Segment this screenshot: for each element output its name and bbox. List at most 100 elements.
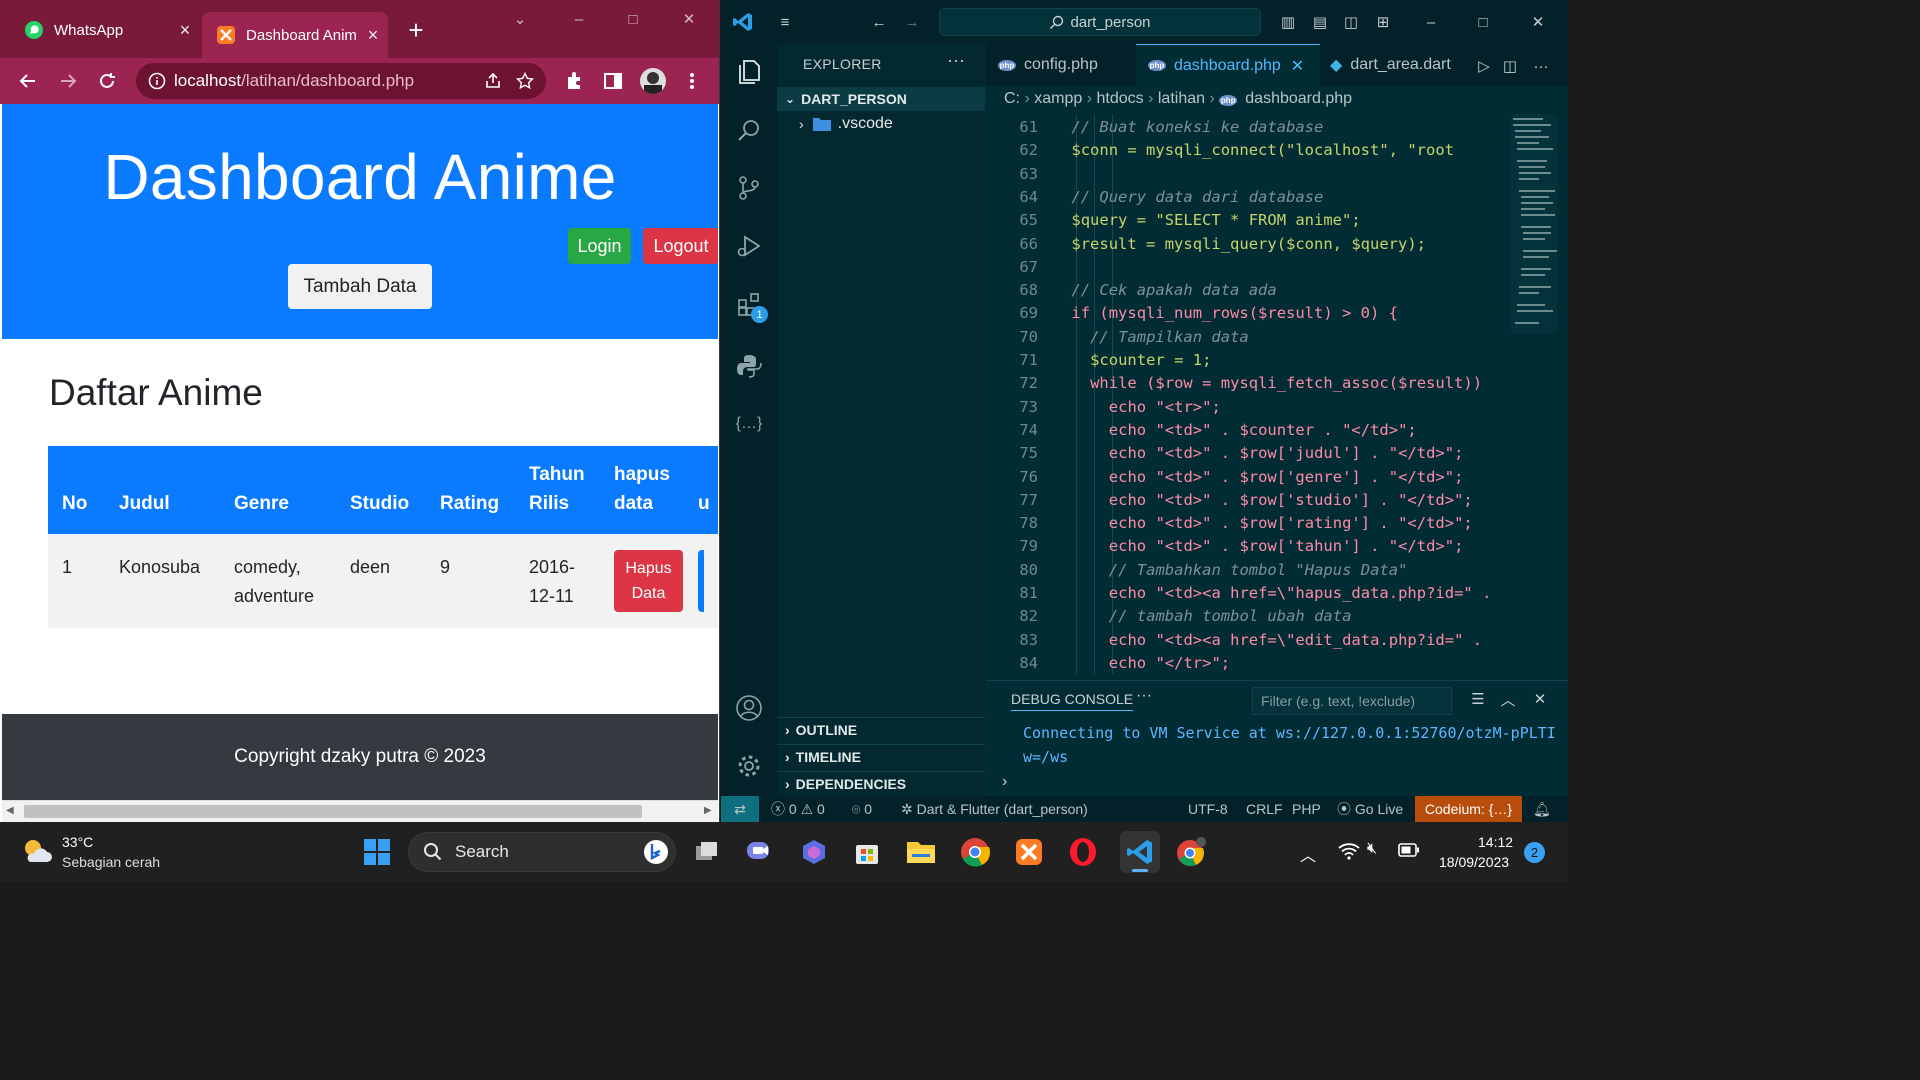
editor-tab-dart-area[interactable]: ◆ dart_area.dart: [1330, 44, 1470, 86]
more-actions-icon[interactable]: ···: [947, 50, 965, 71]
clear-console-icon[interactable]: ☰: [1468, 689, 1488, 709]
eol-indicator[interactable]: CRLF: [1246, 796, 1283, 822]
accounts-icon[interactable]: [733, 692, 765, 724]
notification-badge[interactable]: 2: [1524, 842, 1545, 863]
search-icon[interactable]: [733, 114, 765, 146]
close-window-icon[interactable]: ✕: [679, 10, 699, 30]
code-line[interactable]: 81 echo "<td><a href=\"hapus_data.php?id=…: [986, 582, 1568, 605]
close-tab-icon[interactable]: ×: [176, 20, 194, 40]
code-line[interactable]: 67: [986, 256, 1568, 279]
python-icon[interactable]: [733, 350, 765, 382]
code-line[interactable]: 82 // tambah tombol ubah data: [986, 605, 1568, 628]
minimize-icon[interactable]: –: [1421, 12, 1441, 32]
remote-indicator-icon[interactable]: ⇄: [721, 796, 759, 822]
clock-date[interactable]: 18/09/2023: [1439, 854, 1509, 870]
code-line[interactable]: 83 echo "<td><a href=\"edit_data.php?id="…: [986, 629, 1568, 652]
ports-indicator[interactable]: ⌾ 0: [852, 796, 872, 822]
nav-back-icon[interactable]: ←: [869, 12, 889, 32]
opera-icon[interactable]: [1066, 835, 1100, 869]
code-line[interactable]: 75 echo "<td>" . $row['judul'] . "</td>";: [986, 442, 1568, 465]
code-line[interactable]: 62 $conn = mysqli_connect("localhost", "r…: [986, 139, 1568, 162]
debug-target[interactable]: ✲ Dart & Flutter (dart_person): [901, 796, 1088, 822]
close-panel-icon[interactable]: ✕: [1530, 689, 1550, 709]
hamburger-menu-icon[interactable]: ≡: [775, 12, 795, 32]
run-debug-icon[interactable]: [733, 230, 765, 262]
clock-time[interactable]: 14:12: [1478, 834, 1513, 850]
edit-button[interactable]: [698, 550, 704, 612]
code-line[interactable]: 72 while ($row = mysqli_fetch_assoc($resu…: [986, 372, 1568, 395]
xampp-icon[interactable]: [1012, 835, 1046, 869]
code-line[interactable]: 84 echo "</tr>";: [986, 652, 1568, 674]
microsoft-store-icon[interactable]: [850, 835, 884, 869]
code-line[interactable]: 77 echo "<td>" . $row['studio'] . "</td>"…: [986, 489, 1568, 512]
code-line[interactable]: 61 // Buat koneksi ke database: [986, 116, 1568, 139]
weather-desc[interactable]: Sebagian cerah: [62, 854, 160, 870]
side-panel-icon[interactable]: [601, 69, 625, 93]
toggle-secondary-sidebar-icon[interactable]: ◫: [1341, 12, 1361, 32]
json-icon[interactable]: {…}: [733, 408, 765, 440]
code-line[interactable]: 65 $query = "SELECT * FROM anime";: [986, 209, 1568, 232]
file-explorer-icon[interactable]: [904, 835, 938, 869]
encoding-indicator[interactable]: UTF-8: [1188, 796, 1228, 822]
code-line[interactable]: 78 echo "<td>" . $row['rating'] . "</td>"…: [986, 512, 1568, 535]
volume-muted-icon[interactable]: 🔇︎: [1367, 840, 1377, 858]
new-tab-icon[interactable]: +: [404, 17, 428, 43]
close-tab-icon[interactable]: ×: [364, 25, 382, 45]
horizontal-scrollbar[interactable]: ◀ ▶: [2, 800, 718, 822]
outline-section[interactable]: › OUTLINE: [777, 717, 985, 742]
reload-icon[interactable]: [95, 69, 119, 93]
forward-icon[interactable]: [56, 69, 80, 93]
teams-chat-icon[interactable]: [742, 835, 776, 869]
code-editor[interactable]: 61 // Buat koneksi ke database 62 $conn = m…: [986, 114, 1568, 674]
timeline-section[interactable]: › TIMELINE: [777, 744, 985, 769]
copilot-icon[interactable]: [797, 835, 831, 869]
taskbar-search[interactable]: Search: [408, 832, 676, 872]
folder-item[interactable]: › .vscode: [799, 115, 893, 133]
extensions-icon[interactable]: 1: [733, 288, 768, 323]
workspace-root-folder[interactable]: ⌄ DART_PERSON: [777, 87, 985, 111]
run-file-icon[interactable]: ▷: [1474, 56, 1494, 76]
code-line[interactable]: 79 echo "<td>" . $row['tahun'] . "</td>";: [986, 535, 1568, 558]
add-data-button[interactable]: Tambah Data: [288, 264, 432, 309]
code-line[interactable]: 73 echo "<tr>";: [986, 396, 1568, 419]
vscode-taskbar-icon[interactable]: [1120, 831, 1160, 873]
bookmark-star-icon[interactable]: [516, 72, 534, 90]
login-button[interactable]: Login: [568, 228, 631, 264]
code-line[interactable]: 70 // Tampilkan data: [986, 326, 1568, 349]
problems-indicator[interactable]: ⓧ 0 ⚠ 0: [771, 796, 825, 822]
logout-button[interactable]: Logout: [643, 228, 718, 264]
close-tab-icon[interactable]: ✕: [1291, 56, 1304, 76]
code-line[interactable]: 63: [986, 163, 1568, 186]
language-mode[interactable]: PHP: [1292, 796, 1321, 822]
customize-layout-icon[interactable]: ⊞: [1373, 12, 1393, 32]
command-center-search[interactable]: dart_person: [939, 8, 1261, 36]
weather-temp[interactable]: 33°C: [62, 834, 93, 850]
nav-forward-icon[interactable]: →: [902, 12, 922, 32]
weather-partly-sunny-icon[interactable]: [20, 836, 54, 868]
code-line[interactable]: 66 $result = mysqli_query($conn, $query);: [986, 233, 1568, 256]
source-control-icon[interactable]: [733, 172, 765, 204]
more-actions-icon[interactable]: ···: [1531, 56, 1551, 76]
toggle-sidebar-icon[interactable]: ▥: [1278, 12, 1298, 32]
menu-icon[interactable]: [680, 69, 704, 93]
extensions-icon[interactable]: [562, 69, 586, 93]
code-line[interactable]: 71 $counter = 1;: [986, 349, 1568, 372]
address-bar[interactable]: localhost/latihan/dashboard.php: [136, 63, 546, 99]
debug-console-tab[interactable]: DEBUG CONSOLE: [1011, 691, 1134, 711]
toggle-panel-icon[interactable]: ▤: [1310, 12, 1330, 32]
editor-tab-config[interactable]: php config.php: [998, 44, 1134, 86]
scroll-left-icon[interactable]: ◀: [6, 805, 14, 816]
code-line[interactable]: 76 echo "<td>" . $row['genre'] . "</td>";: [986, 466, 1568, 489]
explorer-icon[interactable]: [733, 56, 765, 88]
tab-dashboard[interactable]: Dashboard Anim ×: [202, 12, 388, 58]
maximize-icon[interactable]: □: [1473, 12, 1493, 32]
scroll-right-icon[interactable]: ▶: [704, 805, 712, 816]
close-window-icon[interactable]: ✕: [1528, 12, 1548, 32]
info-icon[interactable]: [148, 72, 166, 90]
wifi-icon[interactable]: [1338, 842, 1360, 860]
panel-more-icon[interactable]: ···: [1136, 687, 1152, 705]
chrome-profile-icon[interactable]: [1174, 835, 1208, 869]
editor-tab-dashboard[interactable]: php dashboard.php ✕: [1136, 44, 1320, 86]
start-icon[interactable]: [360, 835, 394, 869]
settings-gear-icon[interactable]: [733, 750, 765, 782]
